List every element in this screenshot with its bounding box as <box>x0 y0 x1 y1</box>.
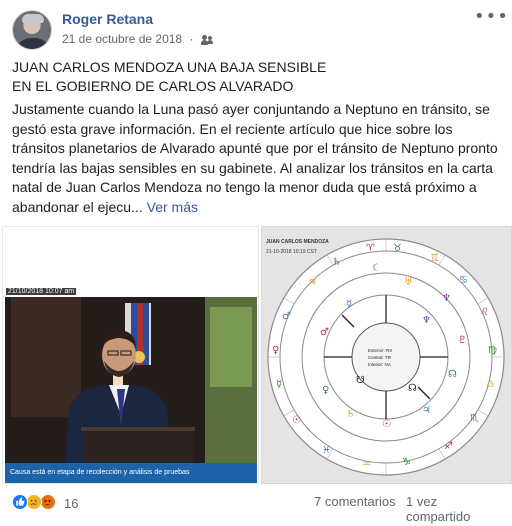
svg-text:☉: ☉ <box>292 415 301 426</box>
svg-text:♌: ♌ <box>480 307 489 318</box>
post-date[interactable]: 21 de octubre de 2018 <box>62 32 182 46</box>
svg-text:♑: ♑ <box>402 457 411 468</box>
chart-center-line-2: Central: TR <box>368 355 391 360</box>
svg-text:♆: ♆ <box>442 293 451 304</box>
svg-text:♐: ♐ <box>444 441 453 452</box>
svg-text:☊: ☊ <box>448 369 457 380</box>
svg-text:♋: ♋ <box>459 275 468 286</box>
svg-text:♒: ♒ <box>362 459 371 470</box>
svg-text:♉: ♉ <box>393 243 402 254</box>
reaction-count: 16 <box>64 496 79 511</box>
svg-text:♂: ♂ <box>282 311 291 322</box>
svg-text:♈: ♈ <box>366 243 375 254</box>
author-name[interactable]: Roger Retana <box>62 11 153 27</box>
post-title-line-1: JUAN CARLOS MENDOZA UNA BAJA SENSIBLE <box>12 59 327 75</box>
post-title-line-2: EN EL GOBIERNO DE CARLOS ALVARADO <box>12 78 294 94</box>
shares-link[interactable]: 1 vez compartido <box>406 494 504 524</box>
news-photo[interactable]: 21/10/2018 10:07 am Causa está en etapa … <box>2 226 259 484</box>
see-more-link[interactable]: Ver más <box>147 199 198 215</box>
svg-text:☉: ☉ <box>382 419 391 430</box>
svg-text:♃: ♃ <box>422 405 431 416</box>
chart-center-line-3: Interior: NA <box>368 362 391 367</box>
post-header: Roger Retana 21 de octubre de 2018 · ••• <box>12 8 508 52</box>
svg-text:♀: ♀ <box>272 345 279 356</box>
svg-text:♄: ♄ <box>346 409 355 420</box>
comments-link[interactable]: 7 comentarios <box>314 494 396 509</box>
chart-center-line-1: Exterior: RX <box>368 348 393 353</box>
astrology-chart-photo[interactable]: JUAN CARLOS MENDOZA 21-10-2018 10:19 CST <box>261 226 512 484</box>
svg-text:♏: ♏ <box>470 413 479 424</box>
svg-text:☋: ☋ <box>356 375 365 386</box>
news-caption: Causa está en etapa de recolección y aná… <box>5 463 257 483</box>
svg-text:☿: ☿ <box>346 299 352 310</box>
svg-text:♅: ♅ <box>404 277 413 288</box>
post-footer: 16 7 comentarios 1 vez compartido <box>12 492 504 524</box>
svg-text:☾: ☾ <box>372 263 381 274</box>
angry-reaction-icon <box>40 494 56 510</box>
post-title: JUAN CARLOS MENDOZA UNA BAJA SENSIBLE EN… <box>12 58 502 96</box>
post-media: 21/10/2018 10:07 am Causa está en etapa … <box>0 226 512 486</box>
svg-text:♓: ♓ <box>322 445 331 456</box>
chart-center-legend: Exterior: RX Central: TR Interior: NA <box>368 347 392 368</box>
svg-text:♆: ♆ <box>422 315 431 326</box>
svg-text:♎: ♎ <box>486 379 495 390</box>
video-timestamp: 21/10/2018 10:07 am <box>6 288 77 295</box>
svg-text:♃: ♃ <box>308 277 317 288</box>
avatar[interactable] <box>12 10 52 50</box>
svg-text:♄: ♄ <box>332 257 341 268</box>
video-frame <box>5 297 257 463</box>
post-body-text: Justamente cuando la Luna pasó ayer conj… <box>12 101 498 215</box>
sad-reaction-icon <box>26 494 42 510</box>
like-reaction-icon <box>12 494 28 510</box>
svg-text:♍: ♍ <box>488 345 497 356</box>
more-options-button[interactable]: ••• <box>474 8 508 30</box>
friends-icon[interactable] <box>200 34 214 45</box>
post-meta: 21 de octubre de 2018 · <box>62 32 214 46</box>
svg-text:☊: ☊ <box>408 383 417 394</box>
svg-text:♇: ♇ <box>458 335 467 346</box>
svg-text:☿: ☿ <box>276 379 282 390</box>
meta-separator: · <box>189 32 194 46</box>
svg-text:♂: ♂ <box>320 327 329 338</box>
svg-text:♊: ♊ <box>430 253 439 264</box>
news-scene-illustration <box>5 297 257 463</box>
svg-text:♀: ♀ <box>322 385 329 396</box>
post-body: Justamente cuando la Luna pasó ayer conj… <box>12 100 504 217</box>
